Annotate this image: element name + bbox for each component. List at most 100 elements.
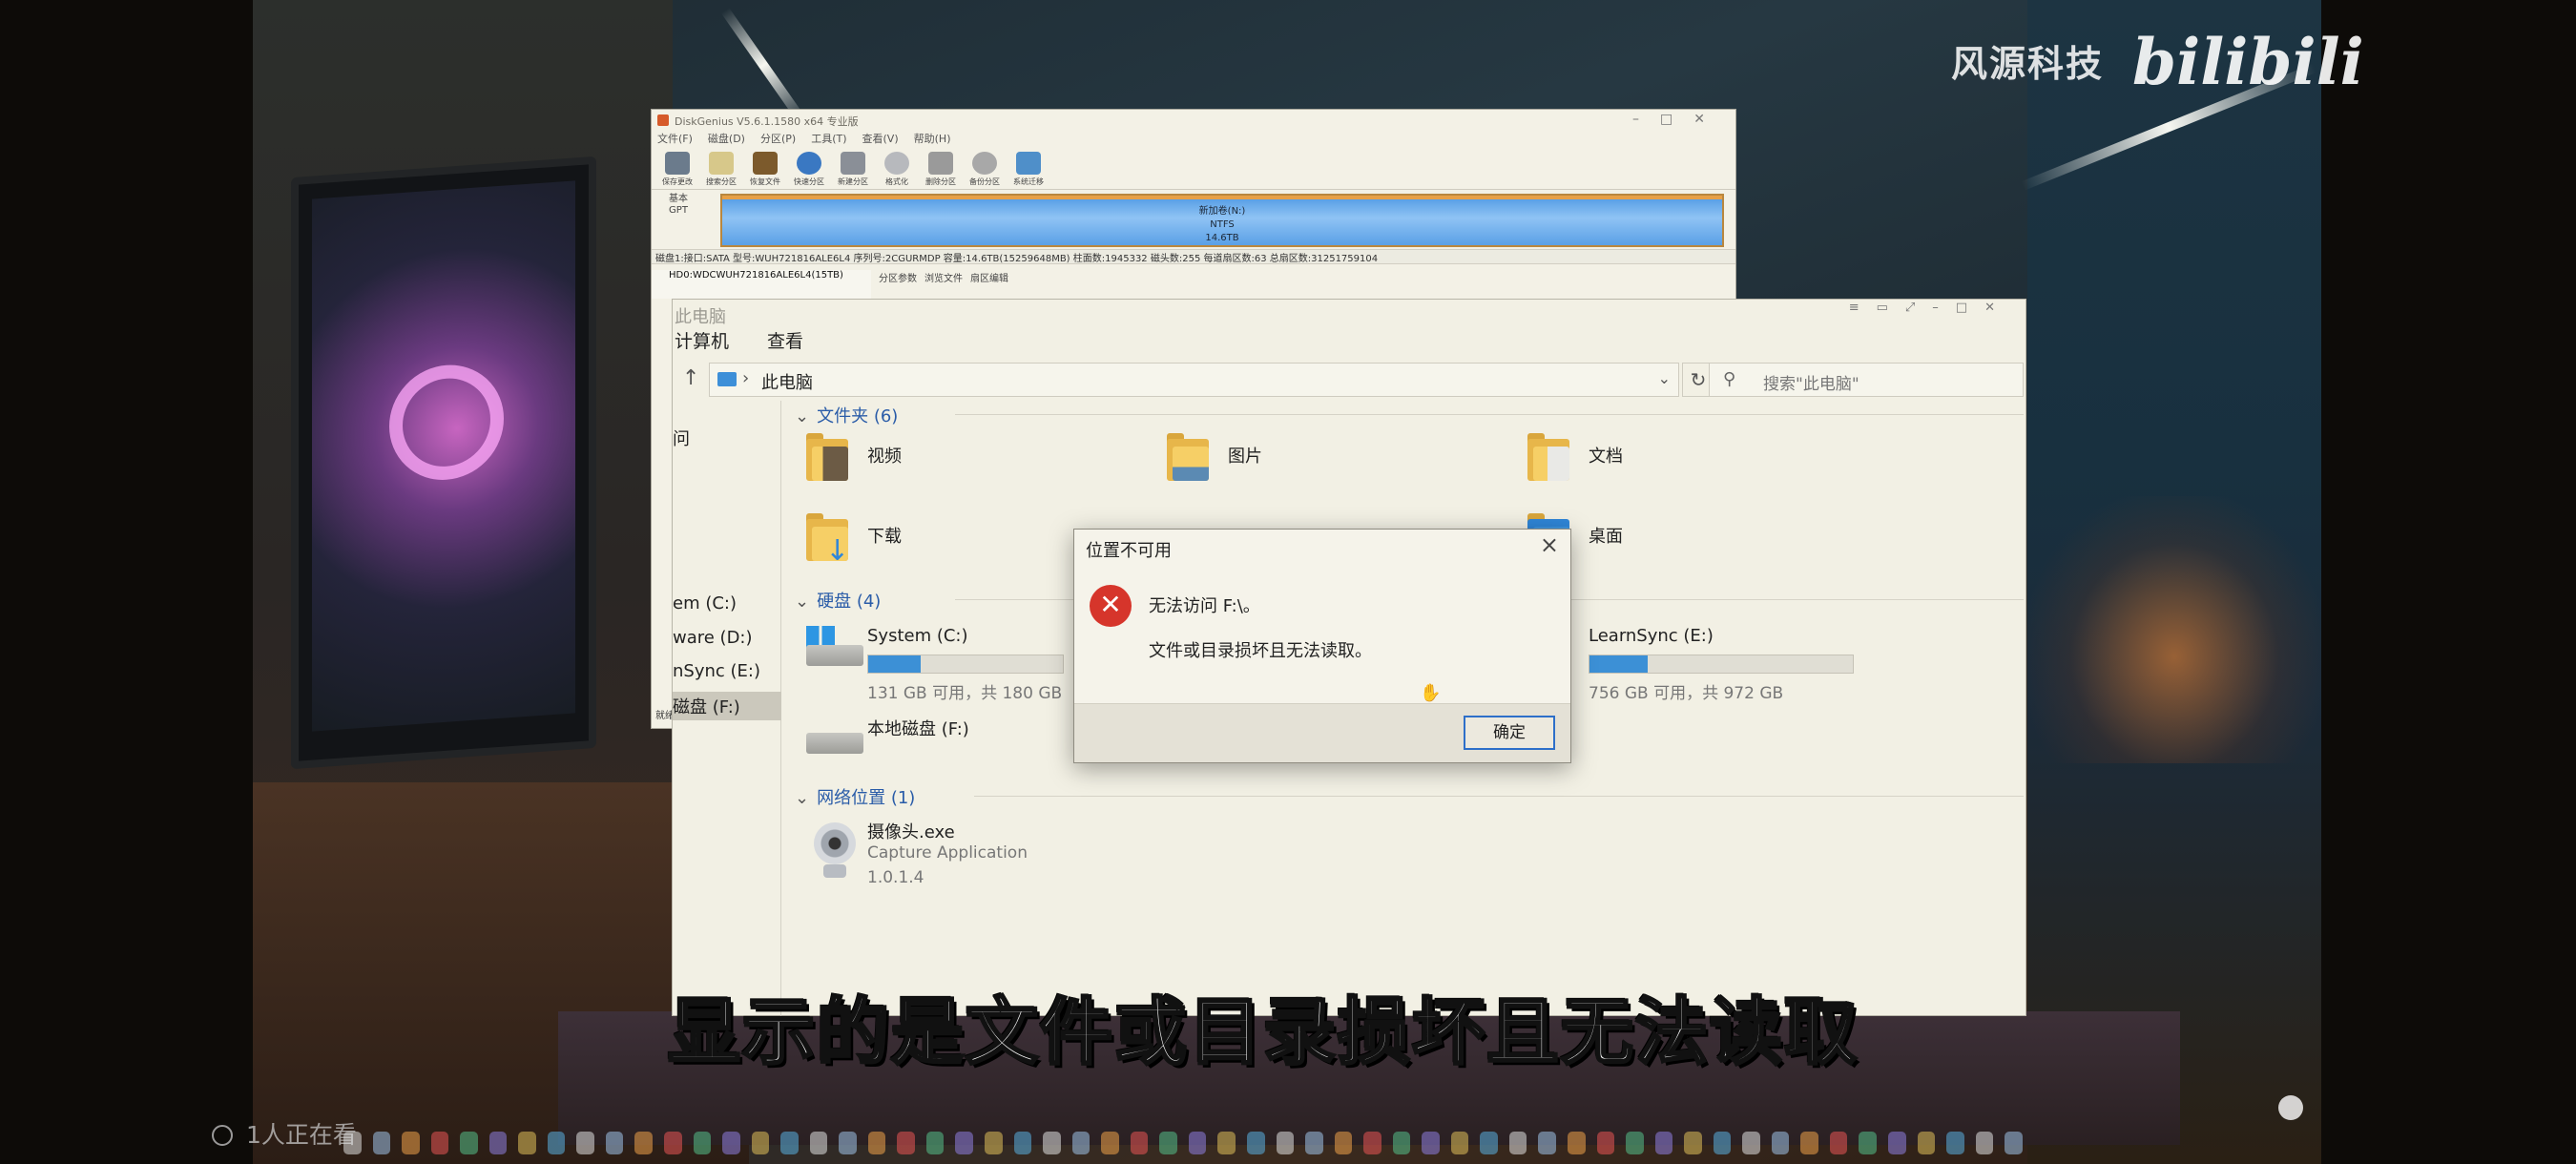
taskbar-app-icon[interactable] bbox=[867, 1132, 886, 1154]
menu-partition[interactable]: 分区(P) bbox=[760, 131, 796, 148]
nav-item-d[interactable]: ware (D:) bbox=[673, 628, 753, 648]
disk-tree-item[interactable]: HD0:WDCWUH721816ALE6L4(15TB) bbox=[652, 270, 871, 299]
window-controls[interactable]: ≡▭⤢–□✕ bbox=[1849, 301, 2012, 315]
taskbar-app-icon[interactable] bbox=[1567, 1132, 1586, 1154]
taskbar-app-icon[interactable] bbox=[1975, 1132, 1994, 1154]
taskbar-app-icon[interactable] bbox=[1043, 1132, 1061, 1154]
taskbar-app-icon[interactable] bbox=[1829, 1132, 1848, 1154]
ribbon-tab-computer[interactable]: 计算机 bbox=[675, 327, 729, 353]
taskbar-app-icon[interactable] bbox=[693, 1132, 712, 1154]
menu-tools[interactable]: 工具(T) bbox=[811, 131, 846, 148]
menu-help[interactable]: 帮助(H) bbox=[914, 131, 951, 148]
taskbar-app-icon[interactable] bbox=[1800, 1132, 1818, 1154]
taskbar-app-icon[interactable] bbox=[402, 1132, 420, 1154]
nav-item-c[interactable]: em (C:) bbox=[673, 593, 737, 613]
chevron-down-icon[interactable]: ⌄ bbox=[1658, 369, 1671, 387]
taskbar-app-icon[interactable] bbox=[1363, 1132, 1381, 1154]
taskbar-app-icon[interactable] bbox=[955, 1132, 974, 1154]
tool-system-migrate[interactable]: 系统迁移 bbox=[1010, 152, 1047, 186]
taskbar-app-icon[interactable] bbox=[460, 1132, 478, 1154]
taskbar-app-icon[interactable] bbox=[1626, 1132, 1644, 1154]
nav-item-quick-access[interactable]: 问 bbox=[673, 426, 690, 450]
address-row: ↑ › 此电脑 ⌄ ↻ ⚲ 搜索"此电脑" bbox=[673, 359, 2025, 401]
taskbar-app-icon[interactable] bbox=[372, 1132, 391, 1154]
taskbar-app-icon[interactable] bbox=[1217, 1132, 1236, 1154]
taskbar-app-icon[interactable] bbox=[343, 1132, 362, 1154]
taskbar-app-icon[interactable] bbox=[1684, 1132, 1702, 1154]
nav-item-e[interactable]: nSync (E:) bbox=[673, 661, 760, 681]
taskbar-app-icon[interactable] bbox=[1246, 1132, 1265, 1154]
window-controls[interactable]: –□✕ bbox=[1632, 112, 1726, 127]
taskbar-app-icon[interactable] bbox=[1422, 1132, 1440, 1154]
tool-format[interactable]: 格式化 bbox=[879, 152, 915, 186]
taskbar-app-icon[interactable] bbox=[1508, 1132, 1527, 1154]
tool-quick-partition[interactable]: 快速分区 bbox=[791, 152, 827, 186]
taskbar-app-icon[interactable] bbox=[925, 1132, 945, 1154]
taskbar-app-icon[interactable] bbox=[1917, 1132, 1936, 1154]
group-drives[interactable]: ⌄ 硬盘 (4) bbox=[795, 588, 881, 613]
taskbar-app-icon[interactable] bbox=[634, 1132, 654, 1154]
search-box[interactable]: ⚲ 搜索"此电脑" bbox=[1709, 363, 2024, 397]
address-bar[interactable]: › 此电脑 ⌄ bbox=[709, 363, 1679, 397]
taskbar-app-icon[interactable] bbox=[1946, 1132, 1964, 1154]
taskbar-app-icon[interactable] bbox=[664, 1132, 682, 1154]
taskbar-app-icon[interactable] bbox=[751, 1132, 770, 1154]
tool-backup-partition[interactable]: 备份分区 bbox=[966, 152, 1003, 186]
menu-file[interactable]: 文件(F) bbox=[657, 131, 693, 148]
taskbar-app-icon[interactable] bbox=[430, 1132, 449, 1154]
taskbar-app-icon[interactable] bbox=[1713, 1132, 1732, 1154]
taskbar-app-icon[interactable] bbox=[809, 1132, 828, 1154]
partition-block[interactable]: 新加卷(N:) NTFS 14.6TB bbox=[720, 194, 1724, 247]
ok-button[interactable]: 确定 bbox=[1464, 716, 1555, 750]
taskbar-app-icon[interactable] bbox=[488, 1132, 508, 1154]
menu-disk[interactable]: 磁盘(D) bbox=[708, 131, 745, 148]
taskbar-app-icon[interactable] bbox=[605, 1132, 624, 1154]
ribbon-tab-view[interactable]: 查看 bbox=[767, 327, 803, 353]
tool-save[interactable]: 保存更改 bbox=[659, 152, 696, 186]
taskbar-app-icon[interactable] bbox=[1159, 1132, 1177, 1154]
taskbar-app-icon[interactable] bbox=[722, 1132, 740, 1154]
taskbar-app-icon[interactable] bbox=[1596, 1132, 1615, 1154]
tool-search-partition[interactable]: 搜索分区 bbox=[703, 152, 739, 186]
taskbar-app-icon[interactable] bbox=[839, 1132, 857, 1154]
tab-sector-edit[interactable]: 扇区编辑 bbox=[970, 270, 1008, 284]
taskbar-app-icon[interactable] bbox=[1130, 1132, 1149, 1154]
taskbar-app-icon[interactable] bbox=[1305, 1132, 1323, 1154]
taskbar-app-icon[interactable] bbox=[547, 1132, 566, 1154]
taskbar-app-icon[interactable] bbox=[1450, 1132, 1469, 1154]
channel-watermark: 风源科技 bbox=[1951, 43, 2105, 85]
taskbar-app-icon[interactable] bbox=[1188, 1132, 1207, 1154]
menu-view[interactable]: 查看(V) bbox=[862, 131, 899, 148]
group-network[interactable]: ⌄ 网络位置 (1) bbox=[795, 784, 915, 809]
taskbar-app-icon[interactable] bbox=[1071, 1132, 1091, 1154]
taskbar-app-icon[interactable] bbox=[1654, 1132, 1673, 1154]
tab-partition-params[interactable]: 分区参数 bbox=[879, 270, 917, 284]
tool-new-partition[interactable]: 新建分区 bbox=[835, 152, 871, 186]
taskbar-app-icon[interactable] bbox=[1742, 1132, 1760, 1154]
tab-browse-files[interactable]: 浏览文件 bbox=[924, 270, 963, 284]
taskbar-app-icon[interactable] bbox=[1480, 1132, 1498, 1154]
chevron-right-icon[interactable]: › bbox=[742, 368, 749, 388]
taskbar-app-icon[interactable] bbox=[1334, 1132, 1353, 1154]
nav-item-f[interactable]: 磁盘 (F:) bbox=[673, 692, 781, 720]
taskbar-app-icon[interactable] bbox=[780, 1132, 799, 1154]
close-icon[interactable]: × bbox=[1540, 531, 1559, 558]
taskbar-app-icon[interactable] bbox=[1392, 1132, 1411, 1154]
group-folders[interactable]: ⌄ 文件夹 (6) bbox=[795, 403, 898, 427]
taskbar-app-icon[interactable] bbox=[1276, 1132, 1295, 1154]
taskbar-app-icon[interactable] bbox=[1538, 1132, 1556, 1154]
taskbar-app-icon[interactable] bbox=[1887, 1132, 1906, 1154]
tool-recover-files[interactable]: 恢复文件 bbox=[747, 152, 783, 186]
taskbar-app-icon[interactable] bbox=[2005, 1132, 2023, 1154]
taskbar-app-icon[interactable] bbox=[1859, 1132, 1877, 1154]
taskbar-app-icon[interactable] bbox=[576, 1132, 594, 1154]
gift-icon[interactable] bbox=[2278, 1095, 2303, 1120]
up-arrow-icon[interactable]: ↑ bbox=[682, 366, 699, 390]
taskbar-app-icon[interactable] bbox=[1771, 1132, 1790, 1154]
taskbar-app-icon[interactable] bbox=[1013, 1132, 1032, 1154]
tool-delete-partition[interactable]: 删除分区 bbox=[923, 152, 959, 186]
taskbar-app-icon[interactable] bbox=[1101, 1132, 1119, 1154]
taskbar-app-icon[interactable] bbox=[518, 1132, 536, 1154]
taskbar-app-icon[interactable] bbox=[985, 1132, 1003, 1154]
taskbar-app-icon[interactable] bbox=[897, 1132, 915, 1154]
